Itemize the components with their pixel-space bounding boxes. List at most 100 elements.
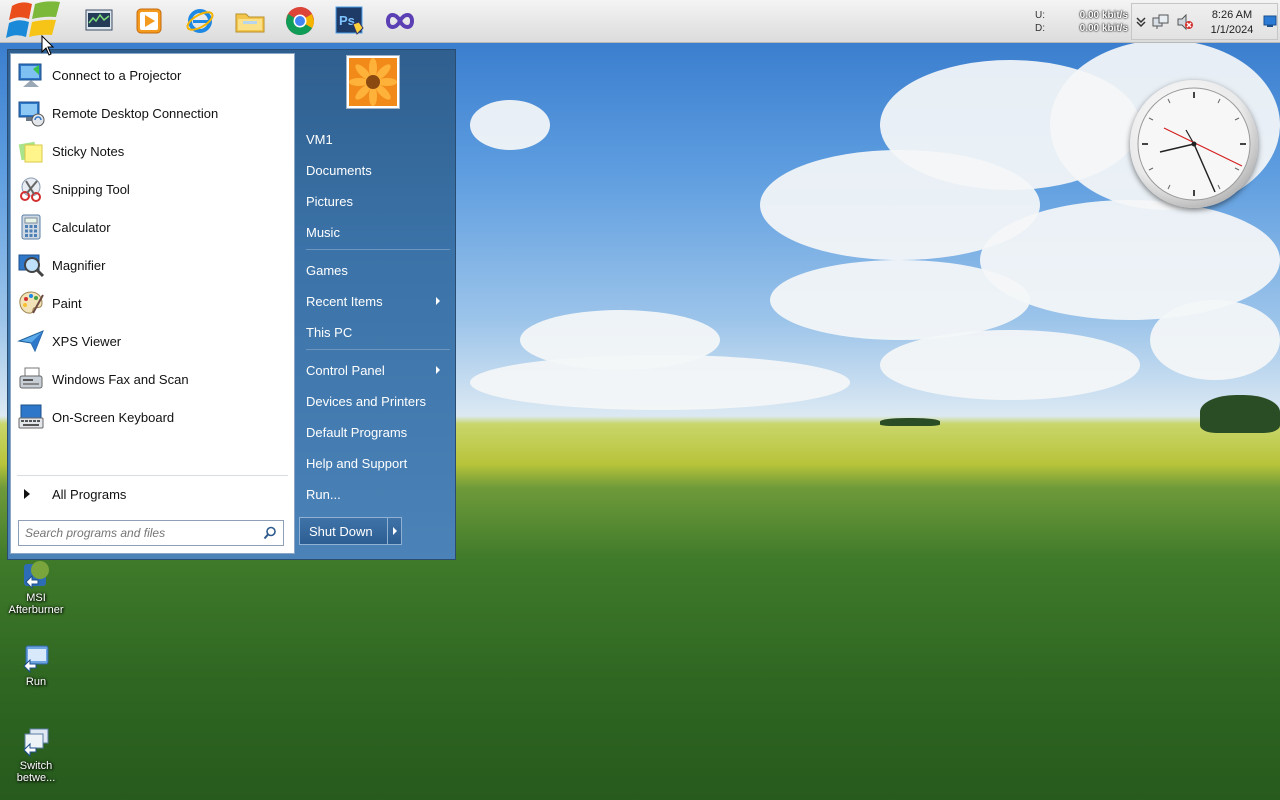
remote-desktop-icon <box>16 98 46 128</box>
menu-item-games[interactable]: Games <box>306 257 450 283</box>
submenu-arrow-icon <box>436 297 440 305</box>
all-programs-label: All Programs <box>52 486 127 502</box>
program-label: Remote Desktop Connection <box>52 105 219 121</box>
menu-item-devices-and-printers[interactable]: Devices and Printers <box>306 388 450 414</box>
media-player-icon[interactable] <box>133 5 165 37</box>
magnifier-icon <box>16 250 46 280</box>
menu-item-label: VM1 <box>306 131 333 147</box>
program-calculator[interactable]: Calculator <box>16 210 288 244</box>
keyboard-icon <box>16 402 46 432</box>
scissors-icon <box>16 174 46 204</box>
menu-item-run[interactable]: Run... <box>306 481 450 507</box>
divider <box>306 349 450 350</box>
program-label: Sticky Notes <box>52 143 125 159</box>
menu-item-label: Recent Items <box>306 293 383 309</box>
clock-gadget[interactable] <box>1130 80 1258 208</box>
task-manager-icon[interactable] <box>83 5 115 37</box>
program-label: Snipping Tool <box>52 181 130 197</box>
divider <box>306 249 450 250</box>
menu-item-control-panel[interactable]: Control Panel <box>306 357 450 383</box>
shutdown-button[interactable]: Shut Down <box>300 524 387 539</box>
desktop-icon-label: Run <box>25 676 47 688</box>
volume-muted-icon[interactable] <box>1176 13 1194 34</box>
program-windows-fax-and-scan[interactable]: Windows Fax and Scan <box>16 362 288 396</box>
menu-item-vm1[interactable]: VM1 <box>306 126 450 152</box>
shutdown-control: Shut Down <box>299 517 402 545</box>
program-label: XPS Viewer <box>52 333 122 349</box>
start-button[interactable] <box>6 0 64 44</box>
mouse-cursor-icon <box>41 34 55 57</box>
windows-logo-icon <box>6 1 60 38</box>
tree <box>880 418 940 426</box>
clock-time[interactable]: 8:26 AM <box>1202 9 1262 21</box>
upload-label: U: <box>1035 10 1045 21</box>
menu-item-label: Music <box>306 224 340 240</box>
file-explorer-icon[interactable] <box>234 5 266 37</box>
menu-item-this-pc[interactable]: This PC <box>306 319 450 345</box>
cloud <box>470 355 850 410</box>
internet-explorer-icon[interactable] <box>184 5 216 37</box>
program-connect-to-projector[interactable]: Connect to a Projector <box>16 58 288 92</box>
desktop-icon-switch-windows[interactable]: Switch betwe... <box>3 726 69 784</box>
switch-windows-icon <box>20 726 52 758</box>
search-input[interactable] <box>21 523 259 543</box>
program-label: Paint <box>52 295 82 311</box>
fax-icon <box>16 364 46 394</box>
clock-face-icon <box>1137 87 1251 201</box>
program-remote-desktop-connection[interactable]: Remote Desktop Connection <box>16 96 288 130</box>
flower-avatar-icon <box>349 58 397 106</box>
menu-item-label: Pictures <box>306 193 353 209</box>
program-snipping-tool[interactable]: Snipping Tool <box>16 172 288 206</box>
program-on-screen-keyboard[interactable]: On-Screen Keyboard <box>16 400 288 434</box>
shutdown-options-button[interactable] <box>388 518 401 544</box>
cloud <box>770 260 1030 340</box>
sticky-notes-icon <box>16 136 46 166</box>
menu-item-label: Games <box>306 262 348 278</box>
menu-item-default-programs[interactable]: Default Programs <box>306 419 450 445</box>
program-label: Windows Fax and Scan <box>52 371 189 387</box>
svg-text:Ps: Ps <box>339 13 355 28</box>
menu-item-label: Run... <box>306 486 341 502</box>
chrome-icon[interactable] <box>284 5 316 37</box>
photoshop-icon[interactable]: Ps <box>334 5 366 37</box>
program-magnifier[interactable]: Magnifier <box>16 248 288 282</box>
clock-date[interactable]: 1/1/2024 <box>1202 24 1262 36</box>
run-icon <box>20 642 52 674</box>
cloud <box>1150 300 1280 380</box>
menu-item-label: Default Programs <box>306 424 408 440</box>
palette-icon <box>16 288 46 318</box>
projector-icon <box>16 60 46 90</box>
desktop-icon-run[interactable]: Run <box>3 642 69 688</box>
menu-item-pictures[interactable]: Pictures <box>306 188 450 214</box>
program-label: Magnifier <box>52 257 106 273</box>
download-label: D: <box>1035 23 1045 34</box>
menu-item-recent-items[interactable]: Recent Items <box>306 288 450 314</box>
search-box <box>18 520 284 546</box>
calculator-icon <box>16 212 46 242</box>
menu-item-music[interactable]: Music <box>306 219 450 245</box>
menu-item-help-and-support[interactable]: Help and Support <box>306 450 450 476</box>
all-programs-button[interactable]: All Programs <box>16 481 288 507</box>
show-hidden-icons-chevron-icon[interactable] <box>1136 16 1146 31</box>
cloud <box>470 100 550 150</box>
user-picture[interactable] <box>346 55 400 109</box>
cloud <box>880 330 1140 400</box>
network-icon[interactable] <box>1152 13 1170 34</box>
network-meter: U: 0.00 kbit/s D: 0.00 kbit/s <box>1033 8 1128 36</box>
taskbar: Ps U: 0.00 kbit/s D: 0.00 kbit/s 8:26 AM… <box>0 0 1280 43</box>
visual-studio-icon[interactable] <box>384 5 416 37</box>
start-menu: Connect to a Projector Remote Desktop Co… <box>7 49 456 560</box>
program-paint[interactable]: Paint <box>16 286 288 320</box>
menu-item-label: Control Panel <box>306 362 385 378</box>
programs-pane: Connect to a Projector Remote Desktop Co… <box>10 53 295 554</box>
program-sticky-notes[interactable]: Sticky Notes <box>16 134 288 168</box>
expand-arrow-icon <box>24 489 30 499</box>
tree <box>1200 395 1280 433</box>
program-xps-viewer[interactable]: XPS Viewer <box>16 324 288 358</box>
menu-item-documents[interactable]: Documents <box>306 157 450 183</box>
show-desktop-icon[interactable] <box>1263 14 1277 31</box>
search-icon[interactable] <box>263 526 277 540</box>
system-tray: 8:26 AM 1/1/2024 <box>1131 3 1278 40</box>
menu-item-label: Help and Support <box>306 455 408 471</box>
desktop-icon-msi-afterburner[interactable]: MSI Afterburner <box>3 558 69 616</box>
